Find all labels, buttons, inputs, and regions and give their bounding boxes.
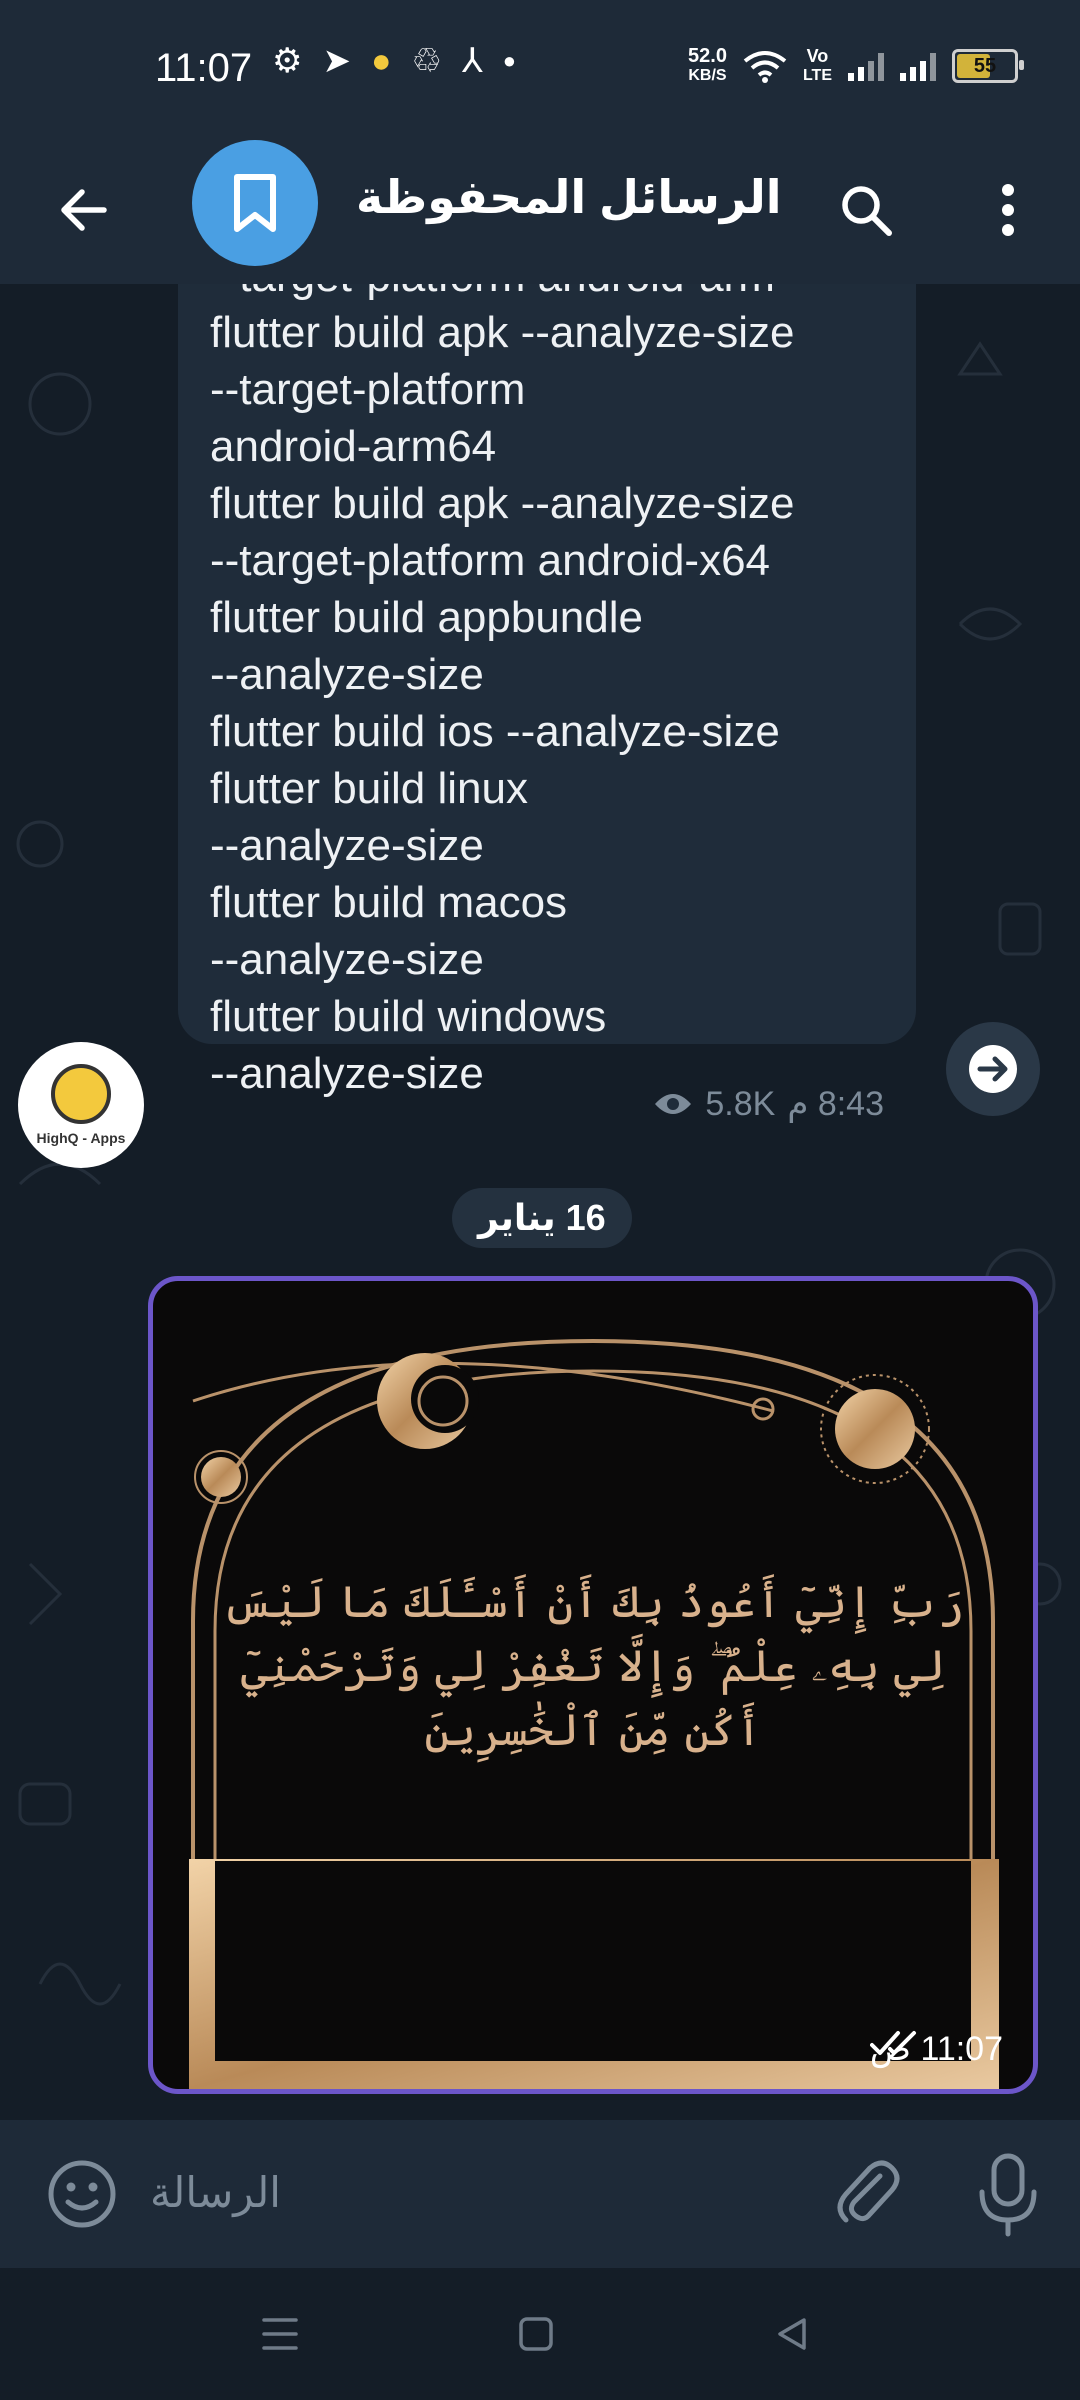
recent-apps-button[interactable] xyxy=(250,2308,310,2360)
status-bar: 11:07 ⚙ ➤ ● ♲ ⅄ ● 52.0 KB/S Vo LTE 55 xyxy=(0,0,1080,140)
triangle-back-icon xyxy=(778,2318,806,2350)
message-input-bar: الرسالة xyxy=(0,2120,1080,2268)
message-line: flutter build windows xyxy=(210,992,607,1041)
microphone-icon xyxy=(979,2153,1037,2237)
signal-2-icon xyxy=(900,51,936,81)
telegram-icon: ➤ xyxy=(322,42,351,80)
double-check-icon xyxy=(869,2031,916,2055)
date-separator: 16 يناير xyxy=(452,1188,632,1248)
channel-avatar[interactable]: HighQ - Apps xyxy=(18,1042,144,1168)
chat-title[interactable]: الرسائل المحفوظة xyxy=(356,170,781,224)
chat-header: الرسائل المحفوظة xyxy=(0,140,1080,284)
status-time: 11:07 xyxy=(155,46,253,90)
chat-area[interactable]: --target-platform android-arm flutter bu… xyxy=(0,284,1080,2120)
back-nav-button[interactable] xyxy=(762,2308,822,2360)
saved-messages-avatar[interactable] xyxy=(192,140,318,266)
forward-button[interactable] xyxy=(946,1022,1040,1116)
attach-button[interactable] xyxy=(826,2154,906,2234)
net-speed: 52.0 KB/S xyxy=(688,46,727,86)
dua-text: رَبِّ إِنِّيٓ أَعُوذُ بِكَ أَنْ أَسْـَٔل… xyxy=(221,1577,965,1756)
net-speed-unit: KB/S xyxy=(688,67,727,84)
volte-top: Vo xyxy=(806,46,829,66)
message-line: --target-platform android-arm xyxy=(210,284,775,302)
message-time: 8:43 م xyxy=(787,1085,884,1123)
sync-icon: ♲ xyxy=(411,42,443,80)
voice-record-button[interactable] xyxy=(968,2150,1048,2240)
message-line: flutter build linux xyxy=(210,764,528,813)
home-button[interactable] xyxy=(506,2308,566,2360)
paperclip-icon xyxy=(837,2160,900,2223)
message-line: --analyze-size xyxy=(210,935,484,984)
system-indicators: 52.0 KB/S Vo LTE 55 xyxy=(688,46,1024,86)
text-message-bubble[interactable]: --target-platform android-arm flutter bu… xyxy=(178,284,916,1123)
back-arrow-icon xyxy=(61,189,107,231)
more-options-button[interactable] xyxy=(978,170,1038,250)
image-message-meta: 11:07 ص xyxy=(869,2029,1003,2069)
views-eye-icon xyxy=(655,1094,692,1114)
battery-icon: 55 xyxy=(952,49,1024,83)
message-line: flutter build ios --analyze-size xyxy=(210,707,780,756)
back-button[interactable] xyxy=(48,174,120,246)
message-line: flutter build apk --analyze-size xyxy=(210,479,795,528)
lightbulb-logo-icon xyxy=(51,1064,111,1124)
image-message-bubble[interactable]: رَبِّ إِنِّيٓ أَعُوذُ بِكَ أَنْ أَسْـَٔل… xyxy=(148,1276,1038,2094)
message-meta: 5.8K 8:43 م xyxy=(653,1084,884,1124)
system-nav-bar xyxy=(0,2268,1080,2400)
emoji-smile-icon xyxy=(48,2160,116,2228)
notification-icons: ⚙ ➤ ● ♲ ⅄ ● xyxy=(272,44,516,78)
message-input[interactable]: الرسالة xyxy=(150,2168,281,2217)
bookmark-icon xyxy=(234,174,276,232)
message-line: flutter build macos xyxy=(210,878,568,927)
message-line: flutter build apk --analyze-size xyxy=(210,308,795,357)
volte-indicator: Vo LTE xyxy=(803,46,832,86)
battery-percent: 55 xyxy=(973,54,997,77)
message-line: --analyze-size xyxy=(210,1049,484,1098)
forward-arrow-icon xyxy=(969,1045,1017,1093)
message-line: --target-platform android-x64 xyxy=(210,536,771,585)
pdf-icon: ⅄ xyxy=(462,42,483,80)
search-icon xyxy=(842,186,892,236)
settings-icon: ⚙ xyxy=(272,42,303,80)
emoji-button[interactable] xyxy=(44,2156,120,2232)
search-button[interactable] xyxy=(826,170,906,250)
message-line: android-arm64 xyxy=(210,422,497,471)
signal-1-icon xyxy=(848,51,884,81)
net-speed-value: 52.0 xyxy=(688,45,727,67)
coin-icon: ● xyxy=(370,42,392,80)
square-home-icon xyxy=(519,2317,553,2351)
menu-lines-icon xyxy=(262,2318,298,2350)
wifi-icon xyxy=(743,51,787,83)
more-vert-icon xyxy=(1002,184,1014,236)
channel-logo-text: HighQ - Apps xyxy=(36,1130,126,1146)
volte-bottom: LTE xyxy=(802,67,832,84)
message-line: flutter build appbundle xyxy=(210,593,643,642)
message-line: --analyze-size xyxy=(210,821,484,870)
dot-icon: ● xyxy=(502,48,517,73)
message-line: --analyze-size xyxy=(210,650,484,699)
views-count: 5.8K xyxy=(705,1084,776,1123)
message-line: --target-platform xyxy=(210,365,526,414)
